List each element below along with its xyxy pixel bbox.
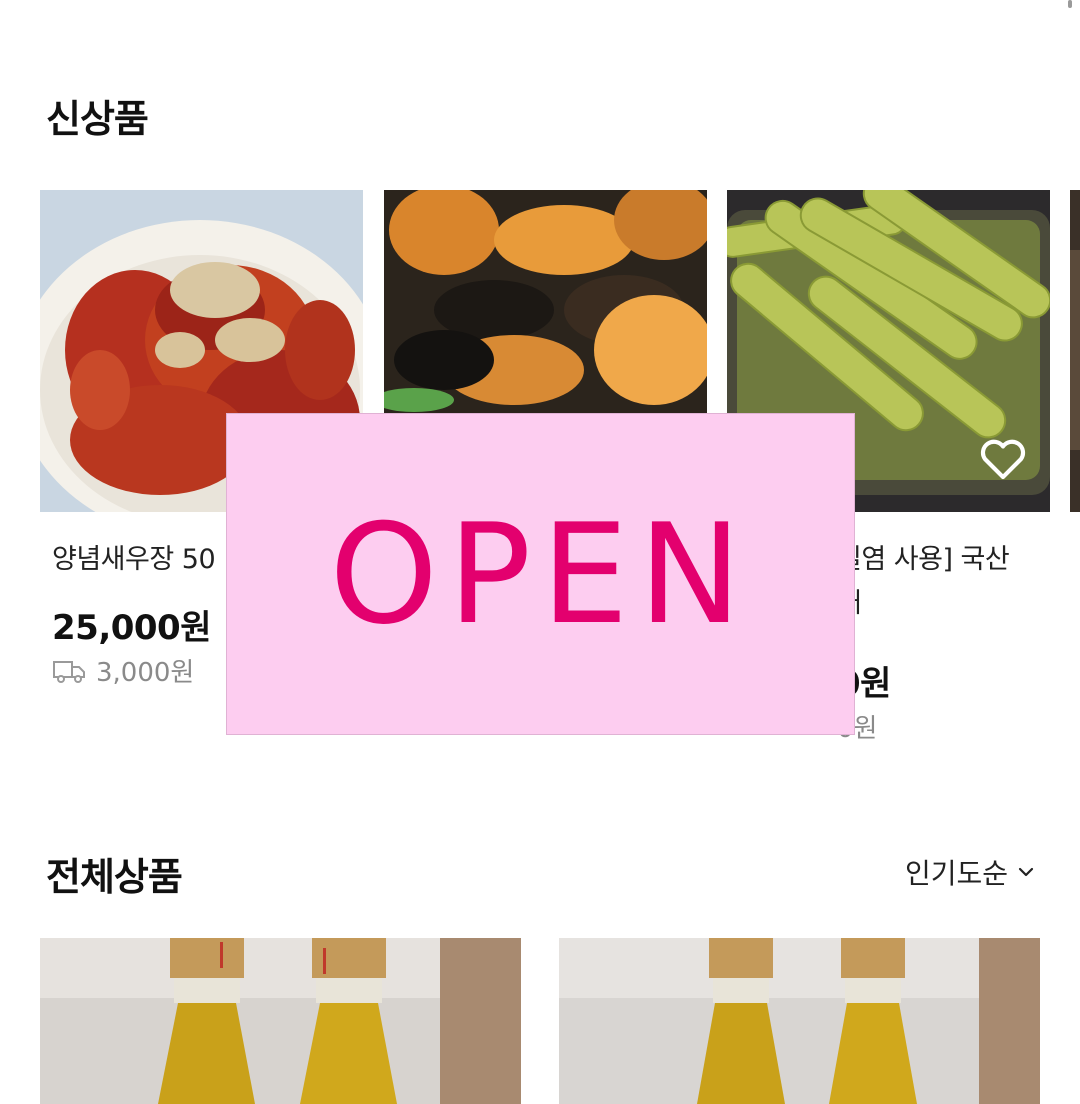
heart-icon: [980, 439, 1026, 480]
new-products-title: 신상품: [46, 97, 149, 141]
product-price: 25,000원: [52, 608, 211, 648]
wish-button[interactable]: [978, 434, 1028, 484]
product-name: 일염 사용] 국산 개: [837, 544, 1010, 619]
page: 신상품 양념새우장 50 25,000원 3,000원 일염 사용] 국산 0원…: [0, 0, 1080, 1104]
chevron-down-icon: [1018, 867, 1034, 877]
product-card[interactable]: [559, 938, 1040, 1104]
sort-label: 인기도순: [904, 857, 1008, 890]
product-image[interactable]: [559, 938, 1040, 1104]
truck-icon: [53, 660, 85, 683]
scroll-indicator[interactable]: [1068, 0, 1072, 8]
product-card[interactable]: [40, 938, 521, 1104]
all-products-title: 전체상품: [46, 855, 183, 899]
shipping-fee: 3,000원: [96, 658, 195, 688]
product-image[interactable]: [1070, 190, 1080, 512]
open-banner-text: OPEN: [329, 493, 752, 655]
open-banner: OPEN: [226, 413, 855, 735]
sort-dropdown[interactable]: 인기도순: [905, 852, 1036, 892]
product-image[interactable]: [40, 938, 521, 1104]
shipping-info: 3,000원: [52, 652, 194, 689]
product-card[interactable]: [1070, 190, 1080, 730]
